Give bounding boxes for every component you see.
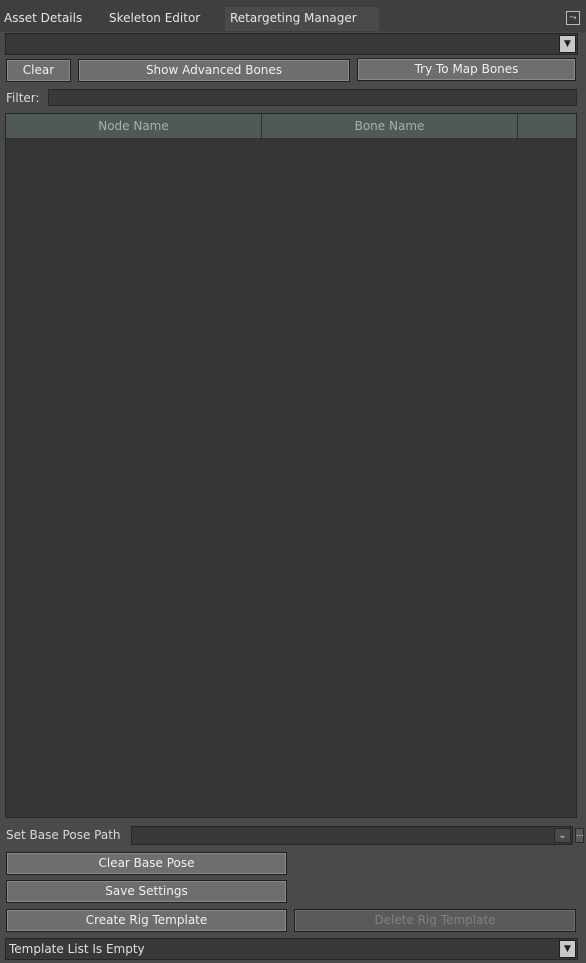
template-list-combo[interactable]: Template List Is Empty ▼ xyxy=(5,938,578,960)
clear-base-pose-button[interactable]: Clear Base Pose xyxy=(6,852,287,875)
tab-bar: Asset Details Skeleton Editor Retargetin… xyxy=(0,0,586,32)
bone-mapping-table[interactable]: Node Name Bone Name xyxy=(5,113,577,818)
try-to-map-bones-button[interactable]: Try To Map Bones xyxy=(357,58,576,81)
filter-label: Filter: xyxy=(6,91,40,105)
tab-skeleton-editor[interactable]: Skeleton Editor xyxy=(109,7,200,31)
show-advanced-bones-button[interactable]: Show Advanced Bones xyxy=(78,59,350,82)
template-list-value: Template List Is Empty xyxy=(9,942,145,956)
column-header-node-name[interactable]: Node Name xyxy=(6,114,262,139)
column-header-bone-name[interactable]: Bone Name xyxy=(262,114,518,139)
chevron-down-icon[interactable]: ▼ xyxy=(559,35,576,53)
browse-icon[interactable]: … xyxy=(575,828,584,843)
base-pose-path-label: Set Base Pose Path xyxy=(6,828,121,842)
rig-select-combo[interactable]: ▼ xyxy=(5,33,578,55)
save-settings-button[interactable]: Save Settings xyxy=(6,880,287,903)
column-header-extra[interactable] xyxy=(518,114,576,139)
chevron-down-icon[interactable]: ▼ xyxy=(559,940,576,958)
delete-rig-template-button: Delete Rig Template xyxy=(294,909,576,932)
create-rig-template-button[interactable]: Create Rig Template xyxy=(6,909,287,932)
tab-asset-details[interactable]: Asset Details xyxy=(4,7,82,31)
chevron-down-icon[interactable]: ⌄ xyxy=(554,828,571,843)
pin-icon[interactable]: ⤳ xyxy=(566,11,580,25)
filter-input[interactable] xyxy=(48,89,577,106)
clear-button[interactable]: Clear xyxy=(6,59,71,82)
tab-retargeting-manager[interactable]: Retargeting Manager xyxy=(225,7,379,31)
base-pose-path-combo[interactable]: ⌄ xyxy=(131,826,573,845)
